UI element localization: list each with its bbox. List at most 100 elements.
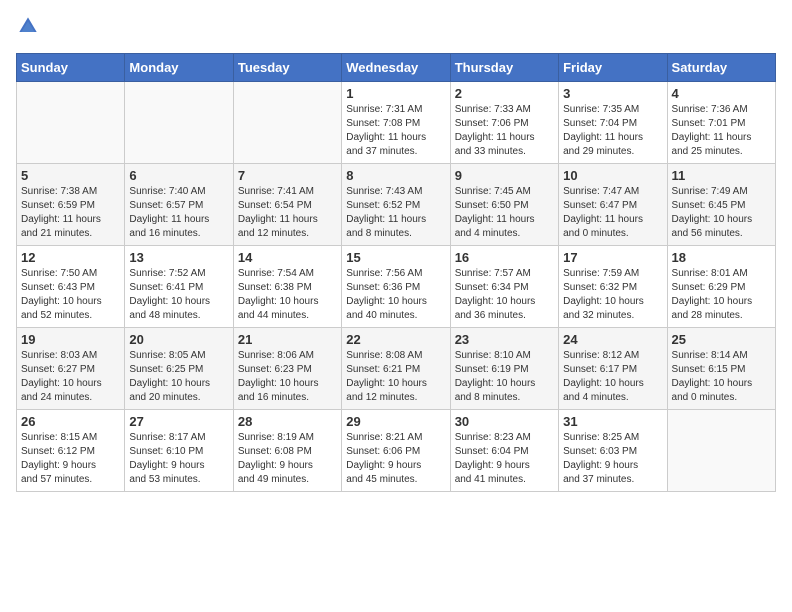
calendar-cell: 31 Sunrise: 8:25 AM Sunset: 6:03 PM Dayli… <box>559 410 667 492</box>
calendar-week-row: 26 Sunrise: 8:15 AM Sunset: 6:12 PM Dayli… <box>17 410 776 492</box>
day-number: 4 <box>672 86 771 101</box>
day-number: 24 <box>563 332 662 347</box>
day-info: Sunrise: 8:15 AM Sunset: 6:12 PM Dayligh… <box>21 431 120 487</box>
day-number: 11 <box>672 168 771 183</box>
calendar-cell: 4 Sunrise: 7:36 AM Sunset: 7:01 PM Daylig… <box>667 82 775 164</box>
day-info: Sunrise: 8:25 AM Sunset: 6:03 PM Dayligh… <box>563 431 662 487</box>
calendar-cell: 7 Sunrise: 7:41 AM Sunset: 6:54 PM Daylig… <box>233 164 341 246</box>
calendar-cell: 3 Sunrise: 7:35 AM Sunset: 7:04 PM Daylig… <box>559 82 667 164</box>
day-number: 3 <box>563 86 662 101</box>
calendar: SundayMondayTuesdayWednesdayThursdayFrid… <box>16 53 776 492</box>
day-info: Sunrise: 7:56 AM Sunset: 6:36 PM Dayligh… <box>346 267 445 323</box>
day-info: Sunrise: 8:03 AM Sunset: 6:27 PM Dayligh… <box>21 349 120 405</box>
day-number: 22 <box>346 332 445 347</box>
day-info: Sunrise: 8:12 AM Sunset: 6:17 PM Dayligh… <box>563 349 662 405</box>
day-number: 30 <box>455 414 554 429</box>
calendar-week-row: 5 Sunrise: 7:38 AM Sunset: 6:59 PM Daylig… <box>17 164 776 246</box>
day-number: 31 <box>563 414 662 429</box>
calendar-cell: 9 Sunrise: 7:45 AM Sunset: 6:50 PM Daylig… <box>450 164 558 246</box>
day-info: Sunrise: 8:06 AM Sunset: 6:23 PM Dayligh… <box>238 349 337 405</box>
day-number: 28 <box>238 414 337 429</box>
day-of-week-header: Friday <box>559 54 667 82</box>
day-info: Sunrise: 7:38 AM Sunset: 6:59 PM Dayligh… <box>21 185 120 241</box>
day-info: Sunrise: 7:36 AM Sunset: 7:01 PM Dayligh… <box>672 103 771 159</box>
day-number: 10 <box>563 168 662 183</box>
day-info: Sunrise: 8:17 AM Sunset: 6:10 PM Dayligh… <box>129 431 228 487</box>
page-header <box>16 16 776 41</box>
day-info: Sunrise: 7:54 AM Sunset: 6:38 PM Dayligh… <box>238 267 337 323</box>
calendar-cell: 16 Sunrise: 7:57 AM Sunset: 6:34 PM Dayli… <box>450 246 558 328</box>
day-info: Sunrise: 8:10 AM Sunset: 6:19 PM Dayligh… <box>455 349 554 405</box>
calendar-cell: 22 Sunrise: 8:08 AM Sunset: 6:21 PM Dayli… <box>342 328 450 410</box>
day-info: Sunrise: 7:41 AM Sunset: 6:54 PM Dayligh… <box>238 185 337 241</box>
day-number: 12 <box>21 250 120 265</box>
day-of-week-header: Tuesday <box>233 54 341 82</box>
day-number: 2 <box>455 86 554 101</box>
day-number: 27 <box>129 414 228 429</box>
day-info: Sunrise: 7:59 AM Sunset: 6:32 PM Dayligh… <box>563 267 662 323</box>
calendar-week-row: 1 Sunrise: 7:31 AM Sunset: 7:08 PM Daylig… <box>17 82 776 164</box>
day-info: Sunrise: 7:49 AM Sunset: 6:45 PM Dayligh… <box>672 185 771 241</box>
calendar-cell: 8Sunrise: 7:43 AM Sunset: 6:52 PM Daylig… <box>342 164 450 246</box>
day-number: 29 <box>346 414 445 429</box>
day-number: 6 <box>129 168 228 183</box>
day-of-week-header: Wednesday <box>342 54 450 82</box>
day-number: 18 <box>672 250 771 265</box>
day-info: Sunrise: 7:43 AM Sunset: 6:52 PM Dayligh… <box>346 185 445 241</box>
day-number: 25 <box>672 332 771 347</box>
calendar-header-row: SundayMondayTuesdayWednesdayThursdayFrid… <box>17 54 776 82</box>
day-of-week-header: Monday <box>125 54 233 82</box>
calendar-cell: 23 Sunrise: 8:10 AM Sunset: 6:19 PM Dayli… <box>450 328 558 410</box>
day-info: Sunrise: 7:50 AM Sunset: 6:43 PM Dayligh… <box>21 267 120 323</box>
day-number: 5 <box>21 168 120 183</box>
day-info: Sunrise: 7:45 AM Sunset: 6:50 PM Dayligh… <box>455 185 554 241</box>
day-info: Sunrise: 8:01 AM Sunset: 6:29 PM Dayligh… <box>672 267 771 323</box>
day-number: 1 <box>346 86 445 101</box>
calendar-cell: 19 Sunrise: 8:03 AM Sunset: 6:27 PM Dayli… <box>17 328 125 410</box>
calendar-cell: 17 Sunrise: 7:59 AM Sunset: 6:32 PM Dayli… <box>559 246 667 328</box>
day-number: 17 <box>563 250 662 265</box>
calendar-cell: 14 Sunrise: 7:54 AM Sunset: 6:38 PM Dayli… <box>233 246 341 328</box>
calendar-cell: 6Sunrise: 7:40 AM Sunset: 6:57 PM Daylig… <box>125 164 233 246</box>
day-number: 7 <box>238 168 337 183</box>
calendar-cell: 2 Sunrise: 7:33 AM Sunset: 7:06 PM Daylig… <box>450 82 558 164</box>
calendar-cell: 1 Sunrise: 7:31 AM Sunset: 7:08 PM Daylig… <box>342 82 450 164</box>
calendar-cell: 20 Sunrise: 8:05 AM Sunset: 6:25 PM Dayli… <box>125 328 233 410</box>
calendar-cell: 26 Sunrise: 8:15 AM Sunset: 6:12 PM Dayli… <box>17 410 125 492</box>
day-number: 9 <box>455 168 554 183</box>
day-of-week-header: Saturday <box>667 54 775 82</box>
day-info: Sunrise: 8:23 AM Sunset: 6:04 PM Dayligh… <box>455 431 554 487</box>
calendar-cell: 21Sunrise: 8:06 AM Sunset: 6:23 PM Dayli… <box>233 328 341 410</box>
day-info: Sunrise: 7:52 AM Sunset: 6:41 PM Dayligh… <box>129 267 228 323</box>
calendar-cell: 27 Sunrise: 8:17 AM Sunset: 6:10 PM Dayli… <box>125 410 233 492</box>
day-info: Sunrise: 7:35 AM Sunset: 7:04 PM Dayligh… <box>563 103 662 159</box>
logo-icon <box>18 16 38 36</box>
calendar-cell: 10 Sunrise: 7:47 AM Sunset: 6:47 PM Dayli… <box>559 164 667 246</box>
calendar-week-row: 12 Sunrise: 7:50 AM Sunset: 6:43 PM Dayli… <box>17 246 776 328</box>
day-info: Sunrise: 8:05 AM Sunset: 6:25 PM Dayligh… <box>129 349 228 405</box>
day-of-week-header: Thursday <box>450 54 558 82</box>
day-number: 23 <box>455 332 554 347</box>
day-number: 20 <box>129 332 228 347</box>
day-number: 14 <box>238 250 337 265</box>
calendar-cell <box>17 82 125 164</box>
calendar-cell: 24 Sunrise: 8:12 AM Sunset: 6:17 PM Dayli… <box>559 328 667 410</box>
day-info: Sunrise: 7:33 AM Sunset: 7:06 PM Dayligh… <box>455 103 554 159</box>
calendar-cell: 28 Sunrise: 8:19 AM Sunset: 6:08 PM Dayli… <box>233 410 341 492</box>
calendar-cell: 5 Sunrise: 7:38 AM Sunset: 6:59 PM Daylig… <box>17 164 125 246</box>
day-number: 19 <box>21 332 120 347</box>
calendar-cell: 29Sunrise: 8:21 AM Sunset: 6:06 PM Dayli… <box>342 410 450 492</box>
day-info: Sunrise: 8:19 AM Sunset: 6:08 PM Dayligh… <box>238 431 337 487</box>
day-info: Sunrise: 7:31 AM Sunset: 7:08 PM Dayligh… <box>346 103 445 159</box>
day-info: Sunrise: 8:08 AM Sunset: 6:21 PM Dayligh… <box>346 349 445 405</box>
calendar-cell: 18 Sunrise: 8:01 AM Sunset: 6:29 PM Dayli… <box>667 246 775 328</box>
day-number: 26 <box>21 414 120 429</box>
day-info: Sunrise: 7:47 AM Sunset: 6:47 PM Dayligh… <box>563 185 662 241</box>
calendar-week-row: 19 Sunrise: 8:03 AM Sunset: 6:27 PM Dayli… <box>17 328 776 410</box>
day-number: 16 <box>455 250 554 265</box>
calendar-cell <box>125 82 233 164</box>
calendar-cell <box>667 410 775 492</box>
day-info: Sunrise: 7:57 AM Sunset: 6:34 PM Dayligh… <box>455 267 554 323</box>
day-number: 13 <box>129 250 228 265</box>
day-info: Sunrise: 8:14 AM Sunset: 6:15 PM Dayligh… <box>672 349 771 405</box>
